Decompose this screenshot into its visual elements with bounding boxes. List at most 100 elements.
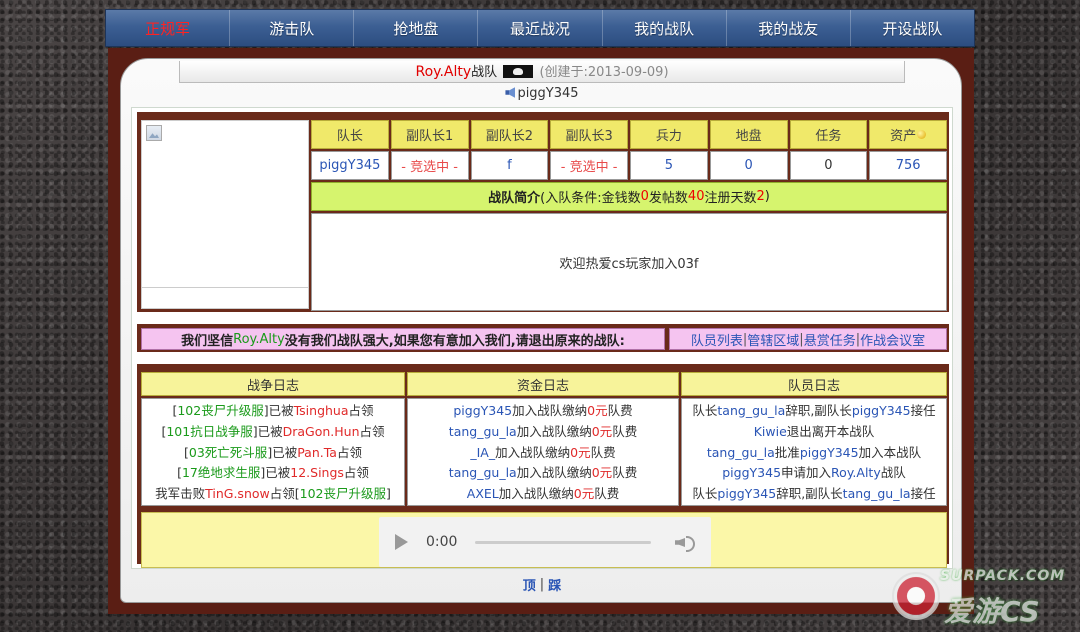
value-vice2[interactable]: f: [470, 151, 549, 180]
member-log: 队员日志 队长tang_gu_la辞职,副队长piggY345接任 Kiwie退…: [681, 372, 947, 506]
header-missions: 任务: [789, 120, 868, 149]
list-item: Kiwie退出离开本战队: [753, 423, 875, 439]
list-item: _IA_加入战队缴纳0元队费: [470, 444, 616, 460]
footer: 顶 | 踩: [522, 575, 562, 594]
watermark-line2: 爱游CS: [944, 595, 1040, 628]
nav-regular-army[interactable]: 正规军: [106, 10, 231, 46]
team-title: Roy.Alty战队 (创建于:2013-09-09): [179, 61, 905, 83]
list-item: 我军击败TinG.snow占领[102丧尸升级服]: [155, 486, 391, 502]
stats-header-row: 队长 副队长1 副队长2 副队长3 兵力 地盘 任务 资产: [311, 120, 947, 149]
header-troops: 兵力: [630, 120, 708, 149]
list-item: piggY345加入战队缴纳0元队费: [453, 403, 633, 418]
step-link[interactable]: 踩: [548, 575, 561, 594]
list-item: [03死亡死斗服]已被Pan.Ta占领: [184, 444, 362, 460]
intro-money: 0: [640, 189, 649, 204]
team-logo: [141, 120, 309, 288]
play-icon[interactable]: [395, 534, 408, 550]
header-leader: 队长: [311, 120, 389, 149]
list-item: tang_gu_la加入战队缴纳0元队费: [448, 423, 638, 439]
volume-icon[interactable]: [675, 534, 695, 552]
header-vice1: 副队长1: [390, 120, 469, 149]
header-territory: 地盘: [709, 120, 788, 149]
header-vice2: 副队长2: [470, 120, 549, 149]
value-assets: 756: [869, 151, 947, 180]
intro-posts-label: 发帖数: [648, 191, 688, 206]
list-item: AXEL加入战队缴纳0元队费: [466, 486, 620, 502]
intro-days: 2: [756, 189, 765, 204]
leader-line: piggY345: [141, 84, 943, 104]
slogan-team: Roy.Alty: [233, 331, 285, 347]
intro-title: 战队简介: [488, 191, 541, 206]
war-log: 战争日志 [102丧尸升级服]已被Tsinghua占领 [101抗日战争服]已被…: [141, 372, 405, 506]
created-date: (创建于:2013-09-09): [539, 65, 669, 80]
main-frame: Roy.Alty战队 (创建于:2013-09-09) piggY345 队长 …: [108, 48, 974, 614]
audio-progress[interactable]: [475, 540, 651, 544]
audio-player: 0:00: [379, 517, 711, 567]
speaker-icon: [505, 87, 516, 98]
value-vice1: - 竞选中 -: [390, 151, 469, 180]
member-log-body: 队长tang_gu_la辞职,副队长piggY345接任 Kiwie退出离开本战…: [681, 398, 947, 506]
intro-cond-prefix: (入队条件:金钱数: [540, 191, 641, 206]
watermark: SURPACK.COM 爱游CS: [888, 566, 1076, 628]
link-war-room[interactable]: 作战会议室: [860, 330, 925, 349]
team-links: 队员列表 | 管辖区域 | 悬赏任务 | 作战会议室: [669, 328, 947, 350]
team-panel: Roy.Alty战队 (创建于:2013-09-09) piggY345 队长 …: [120, 58, 962, 603]
link-member-list[interactable]: 队员列表: [691, 330, 743, 349]
nav-recent-battles[interactable]: 最近战况: [478, 10, 603, 46]
top-link[interactable]: 顶: [523, 575, 536, 594]
list-item: [102丧尸升级服]已被Tsinghua占领: [172, 403, 374, 418]
logs-box: 战争日志 [102丧尸升级服]已被Tsinghua占领 [101抗日战争服]已被…: [137, 364, 949, 568]
nav-grab-territory[interactable]: 抢地盘: [354, 10, 479, 46]
audio-time: 0:00: [426, 534, 458, 550]
slogan-box: 我们坚信 Roy.Alty 没有我们战队强大,如果您有意加入我们,请退出原来的战队:…: [137, 324, 949, 352]
value-troops[interactable]: 5: [630, 151, 708, 180]
value-vice3: - 竞选中 -: [550, 151, 628, 180]
link-bounty[interactable]: 悬赏任务: [804, 330, 856, 349]
list-item: 队长piggY345辞职,副队长tang_gu_la接任: [692, 486, 936, 502]
list-item: [17绝地求生服]已被12.Sings占领: [177, 465, 369, 481]
intro-cond-suffix: ): [764, 189, 770, 204]
intro-bar: 战队简介 (入队条件:金钱数 0 发帖数 40 注册天数 2): [311, 182, 947, 211]
list-item: piggY345申请加入Roy.Alty战队: [722, 465, 906, 481]
intro-posts: 40: [687, 189, 705, 204]
value-missions: 0: [789, 151, 868, 180]
fund-log-body: piggY345加入战队缴纳0元队费 tang_gu_la加入战队缴纳0元队费 …: [407, 398, 679, 506]
logs-columns: 战争日志 [102丧尸升级服]已被Tsinghua占领 [101抗日战争服]已被…: [141, 372, 947, 506]
broken-image-icon: [146, 125, 162, 141]
value-leader[interactable]: piggY345: [311, 151, 389, 180]
slogan-suffix: 没有我们战队强大,如果您有意加入我们,请退出原来的战队:: [284, 333, 625, 349]
fund-log-title: 资金日志: [407, 372, 679, 396]
slogan-prefix: 我们坚信: [181, 333, 234, 349]
link-territory[interactable]: 管辖区域: [747, 330, 799, 349]
nav-my-comrades[interactable]: 我的战友: [727, 10, 851, 46]
coin-icon: [917, 130, 927, 139]
top-nav: 正规军 游击队 抢地盘 最近战况 我的战队 我的战友 开设战队: [105, 9, 975, 47]
team-content: 队长 副队长1 副队长2 副队长3 兵力 地盘 任务 资产 piggY345 -…: [131, 107, 953, 569]
leader-name: piggY345: [517, 86, 579, 101]
member-log-title: 队员日志: [681, 372, 947, 396]
team-name[interactable]: Roy.Alty: [415, 64, 471, 80]
pirate-flag-icon: [503, 65, 534, 78]
nav-my-team[interactable]: 我的战队: [603, 10, 727, 46]
list-item: 队长tang_gu_la辞职,副队长piggY345接任: [692, 403, 936, 418]
war-log-body: [102丧尸升级服]已被Tsinghua占领 [101抗日战争服]已被DraGo…: [141, 398, 405, 506]
slogan-text: 我们坚信 Roy.Alty 没有我们战队强大,如果您有意加入我们,请退出原来的战队:: [141, 328, 665, 350]
war-log-title: 战争日志: [141, 372, 405, 396]
team-logo-caption: [141, 287, 309, 309]
stats-value-row: piggY345 - 竞选中 - f - 竞选中 - 5 0 0 756: [311, 151, 947, 180]
intro-body: 欢迎热爱cs玩家加入03f: [311, 213, 947, 311]
intro-days-label: 注册天数: [704, 191, 757, 206]
nav-guerrilla[interactable]: 游击队: [230, 10, 355, 46]
list-item: tang_gu_la加入战队缴纳0元队费: [448, 465, 638, 481]
team-info-box: 队长 副队长1 副队长2 副队长3 兵力 地盘 任务 资产 piggY345 -…: [137, 112, 949, 312]
list-item: tang_gu_la批准piggY345加入本战队: [706, 444, 922, 460]
team-stats: 队长 副队长1 副队长2 副队长3 兵力 地盘 任务 资产 piggY345 -…: [311, 120, 947, 311]
header-vice3: 副队长3: [550, 120, 628, 149]
audio-area: 0:00: [141, 512, 947, 568]
nav-create-team[interactable]: 开设战队: [851, 10, 974, 46]
fund-log: 资金日志 piggY345加入战队缴纳0元队费 tang_gu_la加入战队缴纳…: [407, 372, 679, 506]
value-territory[interactable]: 0: [709, 151, 788, 180]
list-item: [101抗日战争服]已被DraGon.Hun占领: [161, 423, 385, 439]
header-assets-label: 资产: [890, 129, 917, 144]
header-assets: 资产: [869, 120, 947, 149]
